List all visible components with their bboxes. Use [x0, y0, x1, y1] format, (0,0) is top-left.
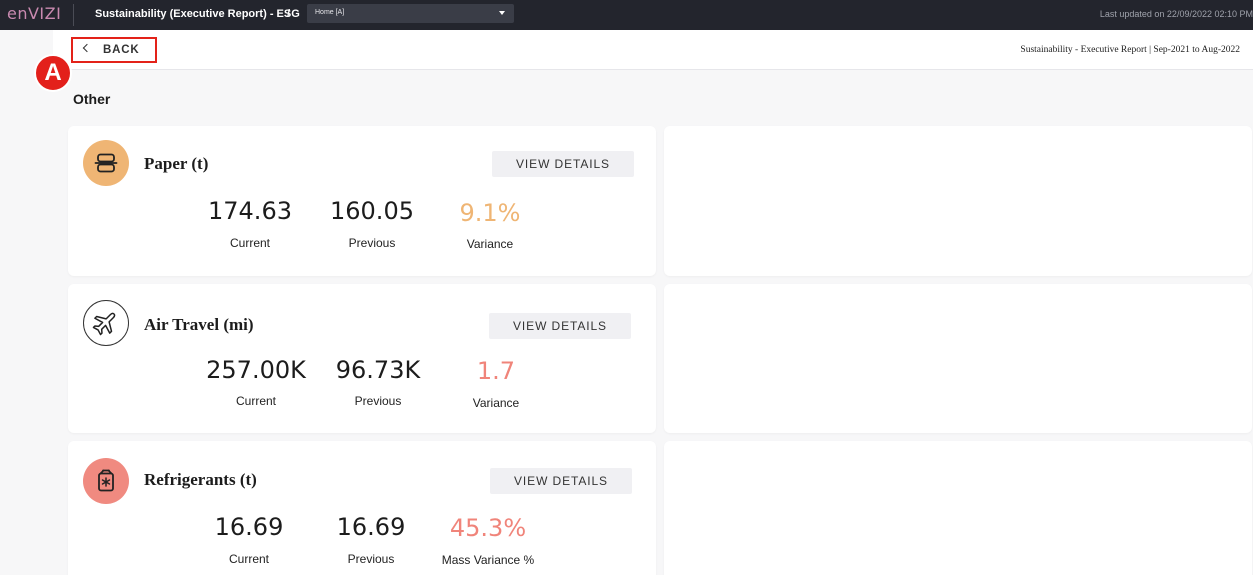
page-selector-dropdown[interactable]: Home [A]: [307, 4, 514, 23]
dropdown-selected-value: Home [A]: [315, 9, 345, 16]
chevron-left-icon: [82, 43, 92, 53]
chevron-down-icon: [499, 11, 505, 15]
metric-card-air-travel: Air Travel (mi) VIEW DETAILS 257.00K Cur…: [68, 284, 656, 433]
annotation-badge: A: [34, 54, 72, 92]
paper-stack-icon: [83, 140, 129, 186]
current-value: 16.69: [214, 513, 284, 541]
chart-panel-air-travel: [664, 284, 1252, 433]
current-value: 257.00K: [206, 356, 306, 384]
refrigerant-canister-icon: [83, 458, 129, 504]
variance-value: 45.3%: [449, 514, 527, 542]
card-title: Paper (t): [144, 154, 209, 173]
airplane-icon: [83, 300, 129, 346]
view-details-button[interactable]: VIEW DETAILS: [489, 313, 631, 339]
card-title: Air Travel (mi): [144, 315, 254, 334]
current-value: 174.63: [208, 197, 292, 225]
metric-card-paper: Paper (t) VIEW DETAILS 174.63 Current 16…: [68, 126, 656, 276]
metric-card-refrigerants: Refrigerants (t) VIEW DETAILS 16.69 Curr…: [68, 441, 656, 575]
variance-label: Variance: [466, 237, 514, 251]
top-bar: enVIZI Sustainability (Executive Report)…: [0, 0, 1253, 30]
divider: [73, 4, 74, 26]
breadcrumb-report[interactable]: Sustainability (Executive Report) - ESG: [95, 8, 300, 20]
chart-panel-refrigerants: [664, 441, 1252, 575]
card-title: Refrigerants (t): [144, 470, 257, 489]
view-details-button[interactable]: VIEW DETAILS: [492, 151, 634, 177]
current-label: Current: [228, 552, 269, 566]
variance-value: 9.1%: [459, 199, 521, 227]
section-title: Other: [73, 91, 111, 107]
report-title: Sustainability - Executive Report | Sep-…: [1020, 45, 1240, 55]
variance-label: Variance: [472, 396, 520, 410]
view-details-button[interactable]: VIEW DETAILS: [490, 468, 632, 494]
current-label: Current: [235, 394, 276, 408]
current-label: Current: [229, 236, 270, 250]
last-updated-text: Last updated on 22/09/2022 02:10 PM: [1099, 9, 1253, 19]
variance-label: Mass Variance %: [441, 553, 535, 567]
envizi-logo[interactable]: enVIZI: [7, 4, 61, 23]
back-button[interactable]: BACK: [71, 37, 157, 63]
chart-panel-paper: [664, 126, 1252, 276]
back-button-label: BACK: [103, 44, 140, 56]
breadcrumb-separator: /: [287, 8, 291, 20]
variance-value: 1.7: [476, 357, 516, 385]
